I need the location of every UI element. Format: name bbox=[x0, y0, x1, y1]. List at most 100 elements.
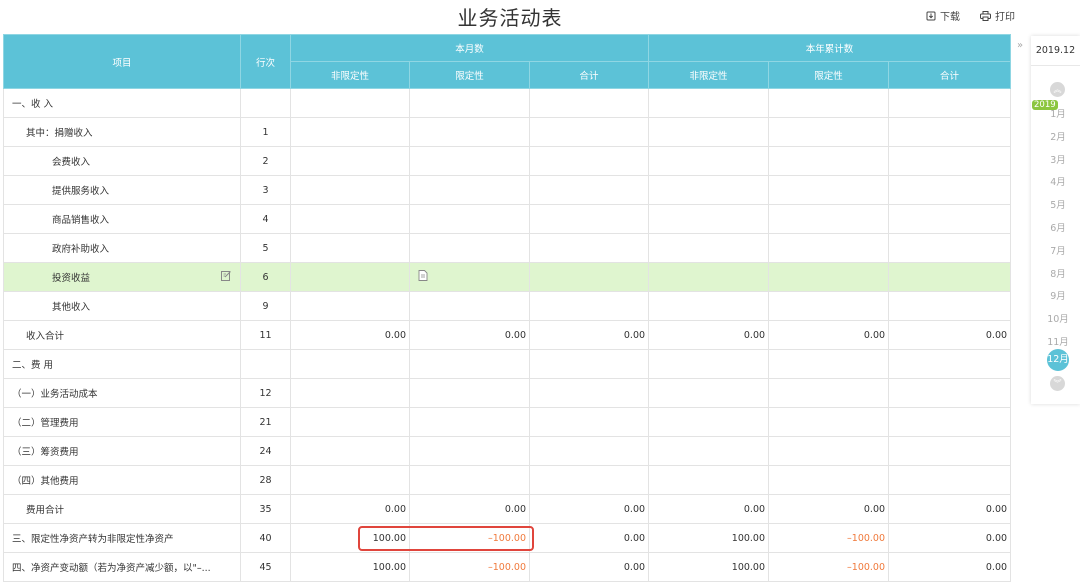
value-cell[interactable]: 100.00 bbox=[648, 523, 770, 553]
value-cell[interactable] bbox=[290, 407, 410, 437]
value-cell[interactable] bbox=[409, 204, 530, 234]
value-cell[interactable] bbox=[768, 465, 890, 495]
value-cell[interactable] bbox=[888, 262, 1012, 292]
value-cell[interactable] bbox=[888, 349, 1012, 379]
value-cell[interactable]: 0.00 bbox=[409, 320, 530, 350]
chevron-up-icon[interactable]: ︽ bbox=[1050, 82, 1065, 97]
value-cell[interactable] bbox=[409, 117, 530, 147]
value-cell[interactable] bbox=[648, 204, 770, 234]
value-cell[interactable] bbox=[768, 378, 890, 408]
value-cell[interactable]: 100.00 bbox=[290, 552, 410, 582]
value-cell[interactable] bbox=[290, 378, 410, 408]
value-cell[interactable]: 0.00 bbox=[528, 320, 650, 350]
value-cell[interactable] bbox=[290, 146, 410, 176]
value-cell[interactable] bbox=[290, 117, 410, 147]
value-cell[interactable] bbox=[409, 175, 530, 205]
value-cell[interactable] bbox=[409, 465, 530, 495]
value-cell[interactable] bbox=[290, 233, 410, 263]
value-cell[interactable] bbox=[888, 465, 1012, 495]
value-cell[interactable] bbox=[768, 407, 890, 437]
value-cell[interactable] bbox=[768, 262, 890, 292]
selected-period[interactable]: 2019.12 bbox=[1031, 36, 1080, 66]
value-cell[interactable] bbox=[409, 233, 530, 263]
month-item[interactable]: 7月 bbox=[1044, 243, 1072, 257]
value-cell[interactable] bbox=[768, 436, 890, 466]
value-cell[interactable] bbox=[648, 465, 770, 495]
value-cell[interactable]: 0.00 bbox=[648, 494, 770, 524]
value-cell[interactable]: –100.00 bbox=[768, 552, 890, 582]
month-item[interactable]: 5月 bbox=[1044, 197, 1072, 211]
value-cell[interactable] bbox=[888, 233, 1012, 263]
month-item[interactable]: 1月 bbox=[1044, 106, 1072, 120]
value-cell[interactable] bbox=[528, 349, 650, 379]
value-cell[interactable] bbox=[290, 436, 410, 466]
value-cell[interactable]: 0.00 bbox=[888, 494, 1012, 524]
edit-icon[interactable] bbox=[221, 270, 232, 284]
value-cell[interactable] bbox=[648, 175, 770, 205]
value-cell[interactable]: 0.00 bbox=[528, 552, 650, 582]
value-cell[interactable] bbox=[528, 262, 650, 292]
value-cell[interactable] bbox=[888, 146, 1012, 176]
value-cell[interactable] bbox=[648, 88, 770, 118]
value-cell[interactable] bbox=[528, 146, 650, 176]
value-cell[interactable] bbox=[409, 436, 530, 466]
value-cell[interactable] bbox=[409, 378, 530, 408]
value-cell[interactable] bbox=[648, 117, 770, 147]
value-cell[interactable]: –100.00 bbox=[409, 552, 530, 582]
month-item[interactable]: 10月 bbox=[1044, 311, 1072, 325]
value-cell[interactable] bbox=[888, 378, 1012, 408]
value-cell[interactable]: 0.00 bbox=[528, 494, 650, 524]
value-cell[interactable] bbox=[648, 262, 770, 292]
value-cell[interactable] bbox=[290, 175, 410, 205]
value-cell[interactable]: –100.00 bbox=[768, 523, 890, 553]
value-cell[interactable] bbox=[409, 407, 530, 437]
download-button[interactable]: 下载 bbox=[926, 8, 960, 23]
value-cell[interactable] bbox=[409, 349, 530, 379]
value-cell[interactable]: 0.00 bbox=[528, 523, 650, 553]
value-cell[interactable] bbox=[290, 262, 410, 292]
month-item[interactable]: 9月 bbox=[1044, 288, 1072, 302]
value-cell[interactable]: 0.00 bbox=[888, 523, 1012, 553]
value-cell[interactable] bbox=[409, 291, 530, 321]
value-cell[interactable]: 0.00 bbox=[409, 494, 530, 524]
value-cell[interactable] bbox=[409, 262, 530, 292]
value-cell[interactable] bbox=[888, 407, 1012, 437]
value-cell[interactable]: 0.00 bbox=[768, 494, 890, 524]
double-chevron-right-icon[interactable]: » bbox=[1017, 40, 1023, 51]
document-icon[interactable] bbox=[418, 270, 428, 284]
value-cell[interactable] bbox=[768, 233, 890, 263]
value-cell[interactable] bbox=[768, 291, 890, 321]
month-item[interactable]: 8月 bbox=[1044, 266, 1072, 280]
value-cell[interactable] bbox=[888, 291, 1012, 321]
value-cell[interactable] bbox=[648, 291, 770, 321]
value-cell[interactable] bbox=[648, 378, 770, 408]
value-cell[interactable] bbox=[768, 117, 890, 147]
value-cell[interactable] bbox=[888, 436, 1012, 466]
value-cell[interactable]: 0.00 bbox=[648, 320, 770, 350]
value-cell[interactable] bbox=[409, 88, 530, 118]
value-cell[interactable] bbox=[648, 436, 770, 466]
value-cell[interactable] bbox=[528, 117, 650, 147]
month-item[interactable]: 12月 bbox=[1047, 349, 1069, 371]
value-cell[interactable] bbox=[768, 146, 890, 176]
value-cell[interactable]: 0.00 bbox=[290, 320, 410, 350]
month-item[interactable]: 6月 bbox=[1044, 220, 1072, 234]
value-cell[interactable] bbox=[528, 204, 650, 234]
value-cell[interactable] bbox=[888, 88, 1012, 118]
value-cell[interactable] bbox=[888, 204, 1012, 234]
value-cell[interactable] bbox=[648, 349, 770, 379]
value-cell[interactable] bbox=[528, 436, 650, 466]
month-item[interactable]: 2月 bbox=[1044, 129, 1072, 143]
value-cell[interactable] bbox=[648, 146, 770, 176]
value-cell[interactable] bbox=[768, 175, 890, 205]
value-cell[interactable] bbox=[528, 175, 650, 205]
value-cell[interactable]: 100.00 bbox=[648, 552, 770, 582]
value-cell[interactable] bbox=[768, 88, 890, 118]
print-button[interactable]: 打印 bbox=[980, 8, 1015, 23]
value-cell[interactable] bbox=[768, 204, 890, 234]
value-cell[interactable]: 0.00 bbox=[768, 320, 890, 350]
value-cell[interactable]: 100.00 bbox=[290, 523, 410, 553]
value-cell[interactable] bbox=[290, 465, 410, 495]
chevron-down-icon[interactable]: ︾ bbox=[1050, 376, 1065, 391]
value-cell[interactable] bbox=[528, 88, 650, 118]
